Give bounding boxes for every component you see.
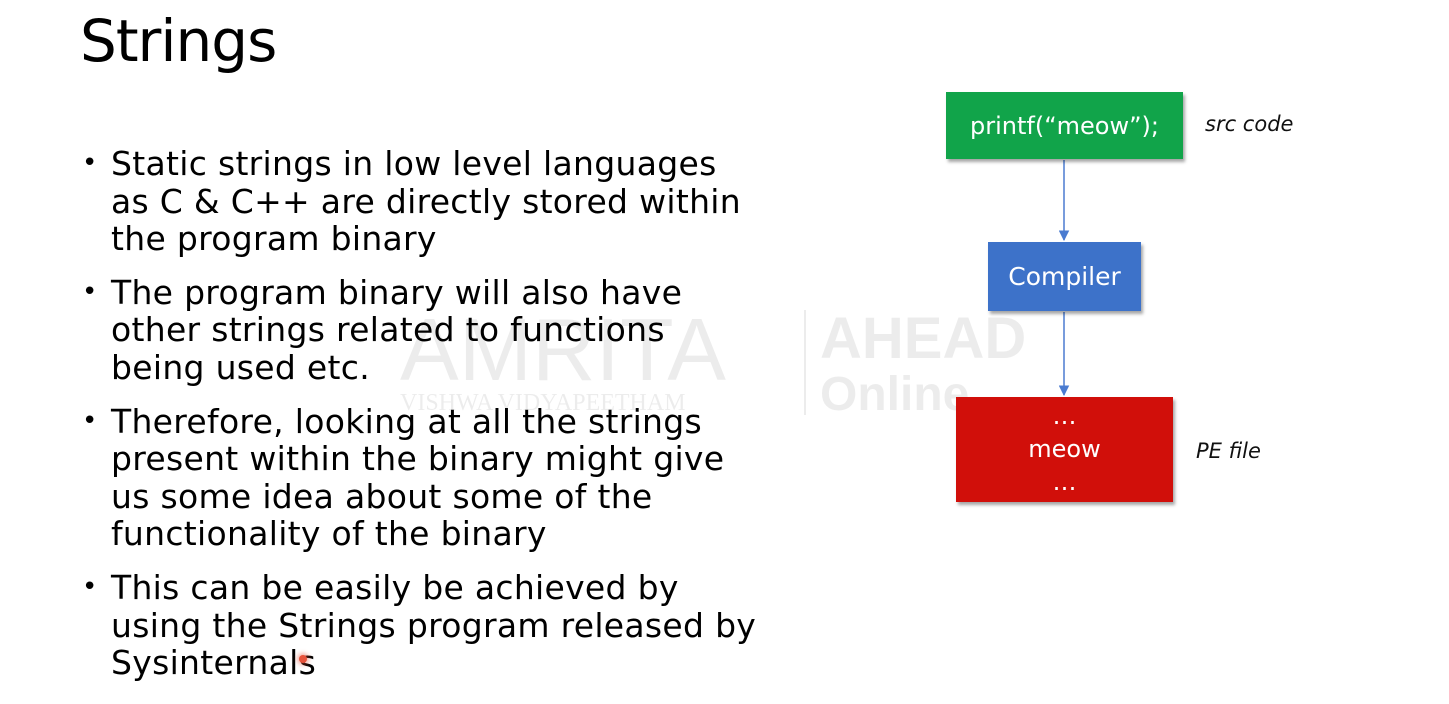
slide-title: Strings bbox=[80, 7, 277, 75]
pe-ellipsis-top: … bbox=[1052, 402, 1077, 430]
source-code-box: printf(“meow”); bbox=[946, 92, 1183, 159]
source-code-label: src code bbox=[1205, 112, 1294, 136]
laser-pointer bbox=[299, 655, 307, 663]
watermark-right-bottom: Online bbox=[820, 368, 969, 420]
bullet-marker: • bbox=[82, 571, 98, 602]
bullet-item: • The program binary will also have othe… bbox=[80, 272, 760, 387]
bullet-list: • Static strings in low level languages … bbox=[80, 145, 760, 698]
pe-string-meow: meow bbox=[1028, 435, 1101, 463]
bullet-marker: • bbox=[82, 148, 98, 178]
bullet-text: The program binary will also have other … bbox=[111, 272, 683, 387]
bullet-text: This can be easily be achieved by using … bbox=[111, 567, 757, 683]
bullet-marker: • bbox=[82, 276, 98, 307]
compiler-box: Compiler bbox=[988, 242, 1141, 311]
pe-ellipsis-bottom: … bbox=[1052, 468, 1077, 496]
watermark-right-top: AHEAD bbox=[820, 306, 1026, 371]
bullet-text: Static strings in low level languages as… bbox=[111, 144, 741, 259]
pe-file-label: PE file bbox=[1196, 439, 1261, 463]
bullet-marker: • bbox=[82, 405, 98, 436]
bullet-text: Therefore, looking at all the strings pr… bbox=[111, 401, 725, 554]
bullet-item: • This can be easily be achieved by usin… bbox=[80, 569, 760, 682]
bullet-item: • Static strings in low level languages … bbox=[80, 145, 760, 258]
bullet-item: • Therefore, looking at all the strings … bbox=[80, 401, 760, 554]
pe-file-box: … meow … bbox=[956, 397, 1173, 502]
